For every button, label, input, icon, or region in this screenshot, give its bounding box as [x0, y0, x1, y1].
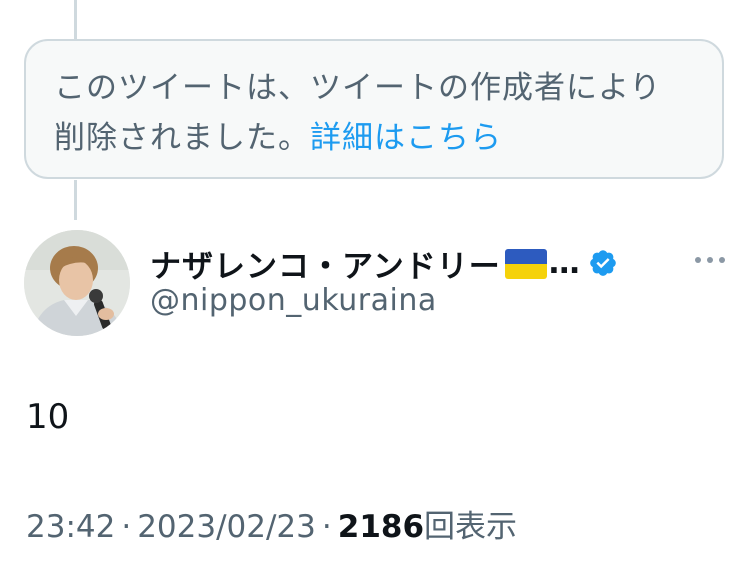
tweet-time[interactable]: 23:42: [26, 509, 115, 545]
author-name[interactable]: ナザレンコ・アンドリー: [150, 241, 501, 286]
avatar[interactable]: [24, 230, 130, 336]
meta-separator: ·: [121, 509, 132, 545]
deleted-notice-text-2: 削除されました。: [54, 120, 310, 156]
author-name-row[interactable]: ナザレンコ・アンドリー …: [150, 240, 618, 286]
views-label: 回表示: [424, 509, 518, 545]
ukraine-flag-icon: [504, 249, 547, 279]
meta-separator-2: ·: [321, 509, 332, 545]
tweet-date[interactable]: 2023/02/23: [137, 509, 316, 545]
deleted-tweet-notice: このツイートは、ツイートの作成者により 削除されました。詳細はこちら: [24, 39, 724, 179]
tweet-meta: 23:42 · 2023/02/23 · 2186回表示: [26, 501, 517, 546]
thread-connector-line-lower: [74, 180, 77, 220]
details-link[interactable]: 詳細はこちら: [310, 120, 502, 156]
author-handle[interactable]: @nippon_ukuraina: [150, 283, 437, 318]
views-count: 2186: [337, 509, 425, 545]
thread-connector-line: [74, 0, 77, 40]
tweet-text: 10: [26, 397, 70, 437]
more-options-icon[interactable]: [690, 248, 730, 272]
avatar-photo: [24, 230, 130, 336]
name-truncation-ellipsis: …: [548, 245, 580, 281]
deleted-notice-text: このツイートは、ツイートの作成者により: [54, 70, 662, 106]
verified-badge-icon[interactable]: [588, 248, 618, 278]
